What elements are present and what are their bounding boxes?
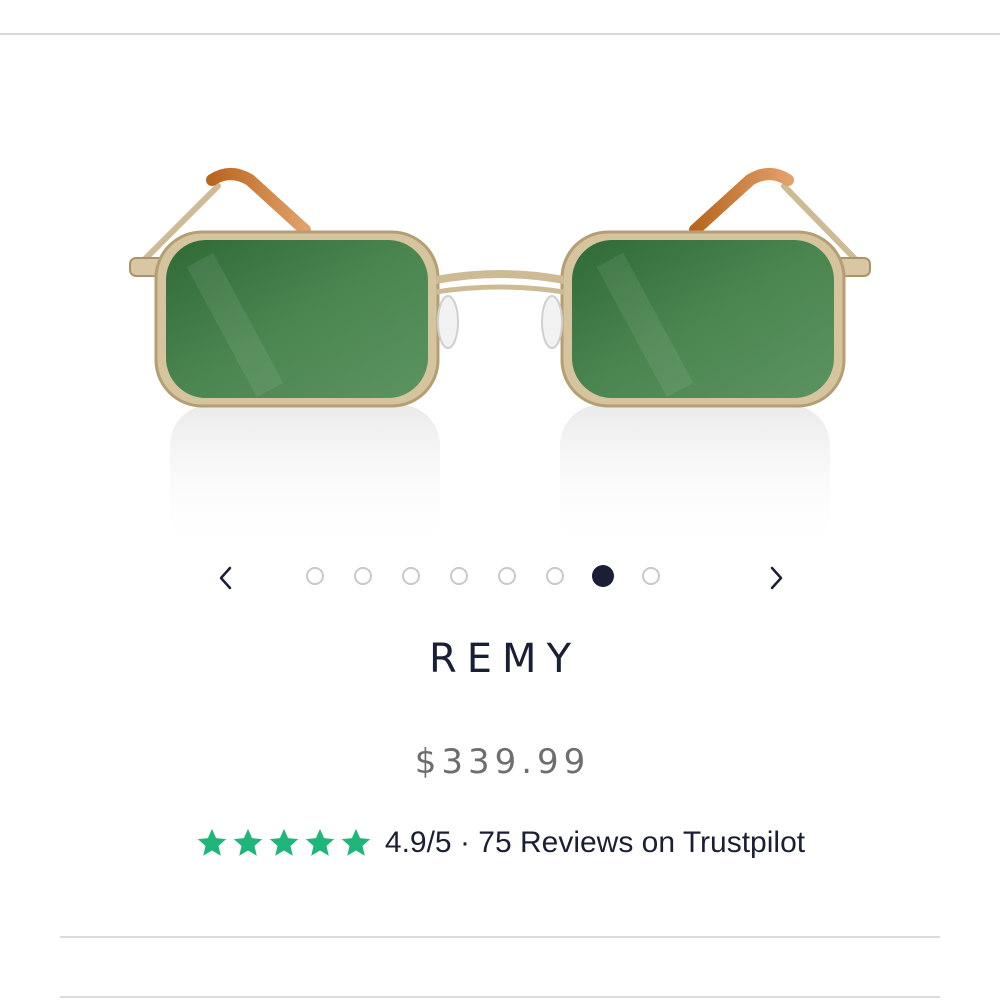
star-icon [197, 828, 227, 856]
carousel-dot[interactable] [450, 567, 468, 585]
carousel-prev-button[interactable] [206, 558, 246, 598]
star-icon [341, 828, 371, 856]
carousel-dot[interactable] [498, 567, 516, 585]
carousel-dot[interactable] [642, 567, 660, 585]
carousel-dots [306, 565, 660, 589]
star-icon [305, 828, 335, 856]
chevron-left-icon [219, 566, 232, 590]
star-icon [233, 828, 263, 856]
product-price: $339.99 [414, 742, 591, 782]
star-icon [269, 828, 299, 856]
chevron-right-icon [770, 566, 783, 590]
bottom-divider [60, 996, 940, 998]
carousel-dot[interactable] [354, 567, 372, 585]
carousel-dot[interactable] [306, 567, 324, 585]
top-divider [0, 33, 1000, 35]
product-image [129, 168, 871, 555]
rating-summary: 4.9/5 · 75 Reviews on Trustpilot [384, 826, 806, 859]
carousel-dot[interactable] [402, 567, 420, 585]
bottom-divider [60, 936, 940, 938]
carousel-dot-active[interactable] [592, 565, 614, 587]
carousel-dot[interactable] [546, 567, 564, 585]
carousel-next-button[interactable] [756, 558, 796, 598]
product-title: REMY [428, 636, 581, 682]
trustpilot-rating[interactable]: 4.9/5 · 75 Reviews on Trustpilot [0, 826, 1000, 860]
product-page: REMY $339.99 4.9/5 · 75 Reviews on Trust… [0, 0, 1000, 1000]
image-carousel-controls [0, 558, 1000, 602]
rating-stars [195, 826, 373, 860]
